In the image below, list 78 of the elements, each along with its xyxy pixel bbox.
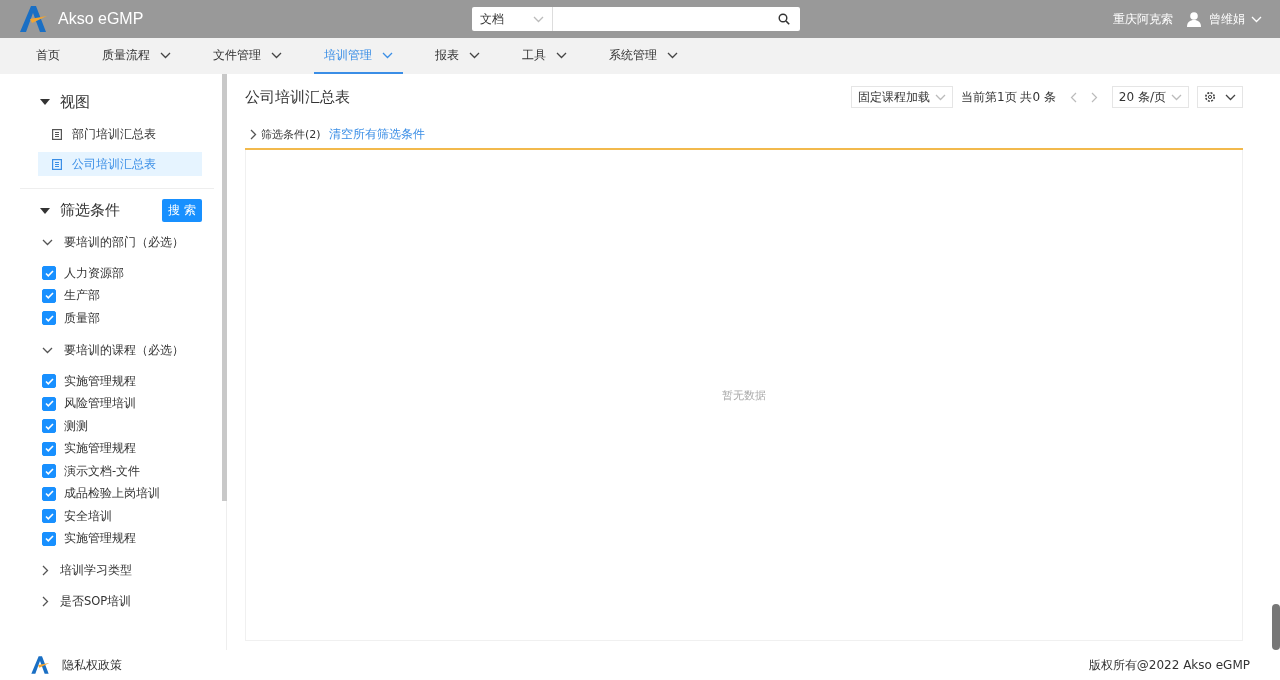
page-info: 当前第1页 共0 条: [960, 88, 1056, 106]
checkbox[interactable]: [42, 441, 56, 456]
checkbox[interactable]: [42, 464, 56, 478]
checkbox-label: 实施管理规程: [64, 441, 136, 456]
scrollbar[interactable]: [1272, 604, 1280, 650]
chevron-right-icon[interactable]: [1090, 91, 1098, 103]
chevron-down-icon: [469, 51, 480, 59]
user-icon: [1187, 11, 1201, 27]
privacy-link[interactable]: 隐私权政策: [62, 656, 122, 674]
chevron-down-icon: [1171, 93, 1182, 101]
search-field[interactable]: [553, 7, 800, 31]
checkbox[interactable]: [42, 509, 56, 523]
table-icon: [52, 158, 62, 170]
chevron-down-icon: [1251, 15, 1262, 23]
chevron-down-icon: [556, 51, 567, 59]
checkbox-label: 人力资源部: [64, 265, 124, 281]
company-name: 重庆阿克索: [1113, 10, 1173, 28]
copyright-text: 版权所有@2022 Akso eGMP: [1088, 656, 1250, 674]
nav-tab[interactable]: 工具: [512, 38, 577, 74]
checkbox[interactable]: [42, 311, 56, 325]
page-title: 公司培训汇总表: [245, 87, 350, 107]
table-icon: [52, 128, 62, 140]
chevron-down-icon: [533, 15, 544, 23]
page-size-dropdown[interactable]: 20 条/页: [1111, 86, 1189, 108]
load-dropdown[interactable]: 固定课程加载: [850, 86, 953, 108]
checkbox-label: 安全培训: [64, 508, 112, 524]
chevron-right-icon: [42, 596, 49, 607]
chevron-down-icon: [160, 51, 171, 59]
nav-tab[interactable]: 首页: [26, 38, 70, 74]
checkbox[interactable]: [42, 374, 56, 388]
nav-tab[interactable]: 质量流程: [92, 38, 181, 74]
triangle-icon: [40, 97, 50, 107]
checkbox[interactable]: [42, 531, 56, 546]
chevron-down-icon: [382, 51, 393, 59]
nav-tab[interactable]: 报表: [425, 38, 490, 74]
triangle-icon: [40, 205, 50, 216]
filter-group[interactable]: 要培训的课程（必选）: [20, 339, 226, 361]
checkbox[interactable]: [42, 266, 56, 280]
filter-toggle[interactable]: 筛选条件(2): [250, 126, 321, 142]
nav-tab[interactable]: 文件管理: [203, 38, 292, 74]
settings-icon: [1204, 91, 1216, 103]
filters-header[interactable]: 筛选条件: [40, 201, 120, 220]
chevron-right-icon: [250, 128, 257, 140]
filter-group[interactable]: 是否SOP培训: [20, 590, 226, 613]
logo-icon: [18, 4, 48, 34]
checkbox-label: 演示文档-文件: [64, 463, 141, 479]
chevron-left-icon[interactable]: [1069, 91, 1077, 103]
checkbox-label: 测测: [64, 418, 88, 434]
chevron-down-icon: [271, 51, 282, 59]
views-header[interactable]: 视图: [20, 74, 226, 112]
chevron-down-icon: [667, 51, 678, 59]
chevron-right-icon: [42, 565, 49, 576]
checkbox[interactable]: [42, 396, 56, 411]
checkbox-label: 实施管理规程: [64, 531, 136, 546]
checkbox-label: 风险管理培训: [64, 396, 136, 411]
empty-text: 暂无数据: [722, 387, 766, 403]
scrollbar[interactable]: [222, 74, 227, 501]
filter-group[interactable]: 要培训的部门（必选）: [20, 231, 226, 253]
filter-group[interactable]: 培训学习类型: [20, 559, 226, 582]
checkbox-label: 实施管理规程: [64, 373, 136, 389]
view-item[interactable]: 部门培训汇总表: [38, 122, 202, 146]
chevron-down-icon: [42, 238, 53, 246]
checkbox[interactable]: [42, 419, 56, 433]
chevron-down-icon: [1225, 93, 1236, 101]
chevron-down-icon: [42, 346, 53, 354]
scope-dropdown[interactable]: 文档: [472, 7, 553, 31]
clear-filters-link[interactable]: 清空所有筛选条件: [328, 126, 425, 142]
chevron-down-icon: [934, 93, 946, 101]
checkbox-label: 生产部: [64, 288, 100, 303]
app-name: Akso eGMP: [58, 10, 144, 28]
checkbox[interactable]: [42, 486, 56, 501]
checkbox[interactable]: [42, 288, 56, 303]
logo-icon: [30, 655, 50, 675]
search-icon[interactable]: [778, 13, 790, 25]
checkbox-label: 质量部: [64, 310, 100, 326]
nav-tab[interactable]: 系统管理: [599, 38, 688, 74]
checkbox-label: 成品检验上岗培训: [64, 486, 160, 501]
settings-button[interactable]: [1197, 86, 1243, 108]
